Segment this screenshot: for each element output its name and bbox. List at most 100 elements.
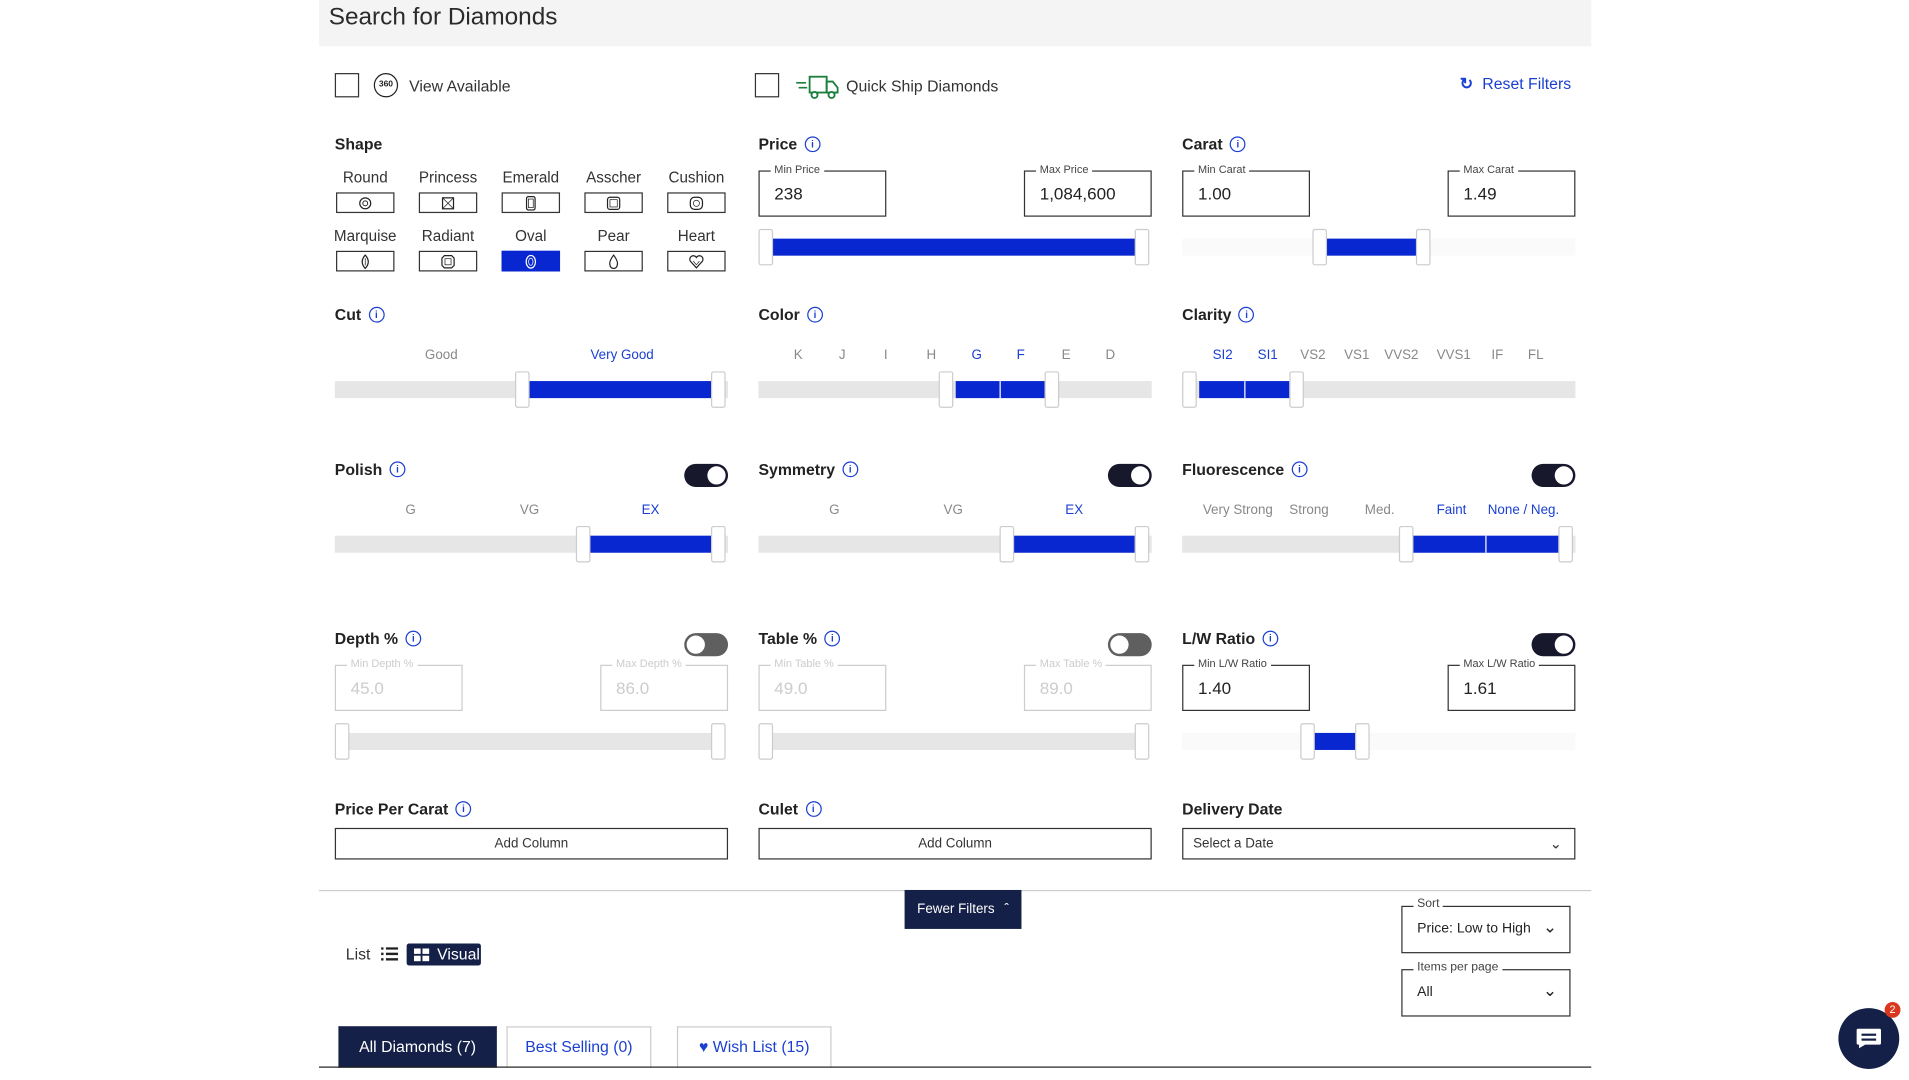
info-icon[interactable]: i (807, 306, 823, 323)
shape-button-asscher[interactable] (584, 192, 643, 214)
carat-max-handle[interactable] (1415, 228, 1431, 266)
shape-button-emerald[interactable] (501, 192, 561, 214)
info-icon[interactable]: i (824, 630, 841, 647)
clarity-grade-si2[interactable]: SI2 (1213, 348, 1233, 363)
clarity-max-handle[interactable] (1289, 371, 1304, 408)
min-carat-input[interactable]: Min Carat 1.00 (1182, 163, 1310, 217)
depth-max-handle[interactable] (711, 723, 726, 760)
tab-wish-list[interactable]: ♥ Wish List (15) (676, 1026, 832, 1068)
culet-add-column-button[interactable]: Add Column (758, 827, 1152, 860)
polish-grade-g[interactable]: G (405, 503, 415, 518)
color-grade-e[interactable]: E (1062, 348, 1071, 363)
shape-button-pear[interactable] (584, 250, 643, 272)
fluorescence-toggle[interactable] (1531, 463, 1576, 487)
max-lw-ratio-input[interactable]: Max L/W Ratio 1.61 (1447, 657, 1576, 712)
clarity-grade-si1[interactable]: SI1 (1258, 348, 1278, 363)
info-icon[interactable]: i (842, 461, 859, 478)
info-icon[interactable]: i (805, 801, 822, 817)
sort-select[interactable]: Sort Price: Low to High ⌄ (1401, 897, 1571, 954)
info-icon[interactable]: i (455, 801, 472, 817)
clarity-grade-vs2[interactable]: VS2 (1300, 348, 1325, 363)
polish-min-handle[interactable] (575, 525, 591, 563)
fluorescence-max-handle[interactable] (1558, 525, 1573, 563)
fluorescence-grade-strong[interactable]: Strong (1289, 503, 1328, 518)
depth-min-handle[interactable] (334, 723, 350, 760)
min-table-input[interactable]: Min Table % 49.0 (758, 657, 887, 712)
symmetry-grade-ex[interactable]: EX (1065, 503, 1083, 518)
polish-grade-vg[interactable]: VG (520, 503, 539, 518)
info-icon[interactable]: i (1262, 630, 1279, 647)
color-grade-k[interactable]: K (794, 348, 803, 363)
max-price-input[interactable]: Max Price 1,084,600 (1023, 163, 1152, 217)
symmetry-min-handle[interactable] (999, 525, 1015, 563)
lw-ratio-max-handle[interactable] (1355, 723, 1370, 760)
shape-button-radiant[interactable] (418, 250, 478, 272)
shape-button-cushion[interactable] (667, 192, 726, 214)
cut-grade-very-good[interactable]: Very Good (590, 348, 653, 363)
shape-button-marquise[interactable] (336, 250, 395, 272)
info-icon[interactable]: i (804, 136, 821, 153)
reset-filters-button[interactable]: ↻ Reset Filters (1460, 74, 1571, 93)
cut-max-handle[interactable] (711, 371, 726, 408)
tab-best-selling[interactable]: Best Selling (0) (506, 1026, 652, 1068)
shape-button-heart[interactable] (667, 250, 726, 272)
min-depth-input[interactable]: Min Depth % 45.0 (334, 657, 463, 712)
max-depth-input[interactable]: Max Depth % 86.0 (600, 657, 729, 712)
table-max-handle[interactable] (1134, 723, 1150, 760)
clarity-grade-vvs1[interactable]: VVS1 (1437, 348, 1471, 363)
lw-ratio-min-handle[interactable] (1300, 723, 1315, 760)
price-min-handle[interactable] (758, 228, 774, 266)
symmetry-grade-vg[interactable]: VG (944, 503, 963, 518)
clarity-grade-vvs2[interactable]: VVS2 (1384, 348, 1418, 363)
items-per-page-select[interactable]: Items per page All ⌄ (1401, 960, 1571, 1017)
color-grade-f[interactable]: F (1017, 348, 1025, 363)
info-icon[interactable]: i (1291, 461, 1308, 478)
list-view-button[interactable]: List (346, 945, 398, 963)
fluorescence-grade-none[interactable]: None / Neg. (1488, 503, 1559, 518)
color-grade-i[interactable]: I (884, 348, 888, 363)
cut-grade-good[interactable]: Good (425, 348, 458, 363)
shape-button-round[interactable] (336, 192, 395, 214)
tab-all-diamonds[interactable]: All Diamonds (7) (338, 1026, 497, 1068)
info-icon[interactable]: i (368, 306, 385, 323)
shape-button-oval[interactable] (501, 250, 561, 272)
shape-button-princess[interactable] (418, 192, 478, 214)
quick-ship-checkbox[interactable] (754, 73, 780, 98)
color-min-handle[interactable] (938, 371, 954, 408)
visual-view-button[interactable]: Visual (406, 943, 481, 966)
fluorescence-grade-med[interactable]: Med. (1365, 503, 1395, 518)
depth-toggle[interactable] (684, 633, 729, 657)
color-max-handle[interactable] (1044, 371, 1060, 408)
lw-ratio-toggle[interactable] (1531, 633, 1576, 657)
clarity-min-handle[interactable] (1182, 371, 1197, 408)
info-icon[interactable]: i (389, 461, 406, 478)
delivery-date-select[interactable]: Select a Date ⌄ (1182, 827, 1576, 860)
clarity-grade-vs1[interactable]: VS1 (1344, 348, 1369, 363)
clarity-grade-fl[interactable]: FL (1528, 348, 1544, 363)
max-table-input[interactable]: Max Table % 89.0 (1023, 657, 1152, 712)
min-lw-ratio-input[interactable]: Min L/W Ratio 1.40 (1182, 657, 1310, 712)
symmetry-grade-g[interactable]: G (829, 503, 839, 518)
symmetry-toggle[interactable] (1107, 463, 1152, 487)
clarity-grade-if[interactable]: IF (1491, 348, 1503, 363)
info-icon[interactable]: i (1238, 306, 1255, 323)
polish-grade-ex[interactable]: EX (642, 503, 660, 518)
symmetry-max-handle[interactable] (1134, 525, 1150, 563)
polish-max-handle[interactable] (711, 525, 726, 563)
info-icon[interactable]: i (1229, 136, 1246, 153)
color-grade-g[interactable]: G (972, 348, 982, 363)
table-toggle[interactable] (1107, 633, 1152, 657)
color-grade-h[interactable]: H (926, 348, 936, 363)
fewer-filters-button[interactable]: Fewer Filters ˆ (904, 889, 1022, 929)
table-min-handle[interactable] (758, 723, 774, 760)
view-available-checkbox[interactable] (334, 73, 360, 98)
color-grade-j[interactable]: J (839, 348, 846, 363)
price-per-carat-add-column-button[interactable]: Add Column (334, 827, 729, 860)
polish-toggle[interactable] (684, 463, 729, 487)
carat-min-handle[interactable] (1312, 228, 1328, 266)
max-carat-input[interactable]: Max Carat 1.49 (1447, 163, 1576, 217)
min-price-input[interactable]: Min Price 238 (758, 163, 887, 217)
info-icon[interactable]: i (405, 630, 422, 647)
price-max-handle[interactable] (1134, 228, 1150, 266)
fluorescence-grade-faint[interactable]: Faint (1437, 503, 1467, 518)
